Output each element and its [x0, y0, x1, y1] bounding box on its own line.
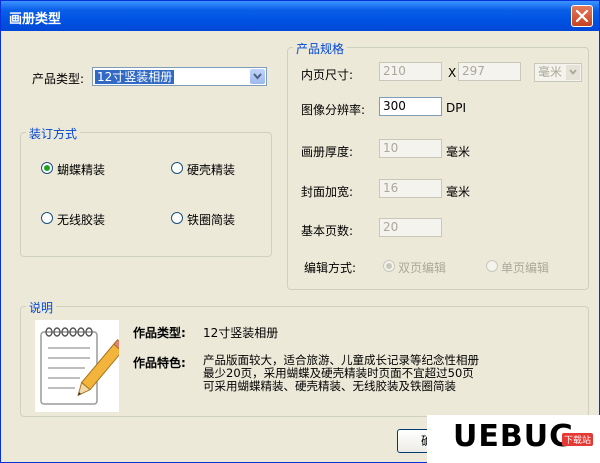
- unit-dropdown-arrow[interactable]: [566, 65, 580, 80]
- radio-perfect-bound[interactable]: [41, 212, 53, 224]
- chevron-down-icon: [253, 73, 262, 80]
- product-type-select[interactable]: 12寸竖装相册: [92, 67, 267, 86]
- thickness-unit: 毫米: [446, 145, 471, 159]
- radio-hardcover[interactable]: [171, 162, 183, 174]
- work-feature-line-3: 可采用蝴蝶精装、硬壳精装、无线胶装及铁圈简装: [203, 379, 456, 393]
- radio-single-page-label[interactable]: 单页编辑: [501, 259, 549, 276]
- close-button[interactable]: [571, 5, 593, 27]
- chevron-down-icon: [569, 69, 577, 75]
- cover-widen-field[interactable]: 16: [379, 179, 442, 198]
- resolution-unit: DPI: [446, 101, 467, 115]
- radio-double-page-label[interactable]: 双页编辑: [398, 259, 446, 276]
- product-type-label: 产品类型:: [32, 72, 85, 86]
- page-height-field[interactable]: 297: [458, 62, 521, 81]
- thickness-label: 画册厚度:: [301, 145, 354, 159]
- work-type-label: 作品类型:: [133, 326, 186, 340]
- binding-group: [20, 132, 272, 257]
- notepad-pencil-image: [35, 320, 127, 412]
- base-pages-label: 基本页数:: [301, 224, 354, 238]
- dialog-window: 画册类型 产品类型: 12寸竖装相册 装订方式 蝴蝶精装 硬壳精装 无线胶装 铁…: [0, 0, 600, 463]
- radio-spiral-label[interactable]: 铁圈简装: [187, 211, 235, 228]
- radio-butterfly-label[interactable]: 蝴蝶精装: [57, 161, 105, 178]
- page-width-field[interactable]: 210: [379, 62, 442, 81]
- title-bar[interactable]: 画册类型: [1, 1, 599, 31]
- radio-spiral[interactable]: [171, 212, 183, 224]
- resolution-label: 图像分辨率:: [301, 103, 366, 117]
- window-title: 画册类型: [9, 12, 62, 27]
- product-type-value: 12寸竖装相册: [95, 70, 175, 84]
- spec-group-title: 产品规格: [293, 40, 348, 57]
- base-pages-field[interactable]: 20: [379, 218, 442, 237]
- radio-single-page[interactable]: [486, 260, 498, 272]
- watermark-sub: 下载站: [562, 433, 594, 446]
- notepad-pencil-icon: [40, 327, 127, 405]
- radio-perfect-bound-label[interactable]: 无线胶装: [57, 211, 105, 228]
- page-unit-value: 毫米: [538, 65, 563, 79]
- edit-mode-label: 编辑方式:: [304, 261, 357, 275]
- page-size-label: 内页尺寸:: [301, 68, 354, 82]
- description-group-title: 说明: [26, 299, 57, 316]
- work-type-value: 12寸竖装相册: [203, 326, 279, 340]
- page-size-x: X: [448, 66, 457, 80]
- work-feature-label: 作品特色:: [133, 356, 186, 370]
- spec-group: [287, 47, 589, 290]
- cover-widen-label: 封面加宽:: [301, 185, 354, 199]
- page-unit-select[interactable]: 毫米: [534, 63, 582, 82]
- binding-group-title: 装订方式: [26, 125, 81, 142]
- dropdown-arrow-button[interactable]: [250, 69, 265, 84]
- radio-butterfly[interactable]: [41, 162, 53, 174]
- radio-double-page[interactable]: [383, 260, 395, 272]
- radio-hardcover-label[interactable]: 硬壳精装: [187, 161, 235, 178]
- close-icon: [575, 9, 589, 23]
- thickness-field[interactable]: 10: [379, 139, 442, 158]
- resolution-field[interactable]: 300: [379, 97, 442, 116]
- cover-widen-unit: 毫米: [446, 185, 471, 199]
- watermark-brand: UEBUG: [453, 419, 575, 454]
- watermark: UEBUG 下载站: [427, 415, 600, 463]
